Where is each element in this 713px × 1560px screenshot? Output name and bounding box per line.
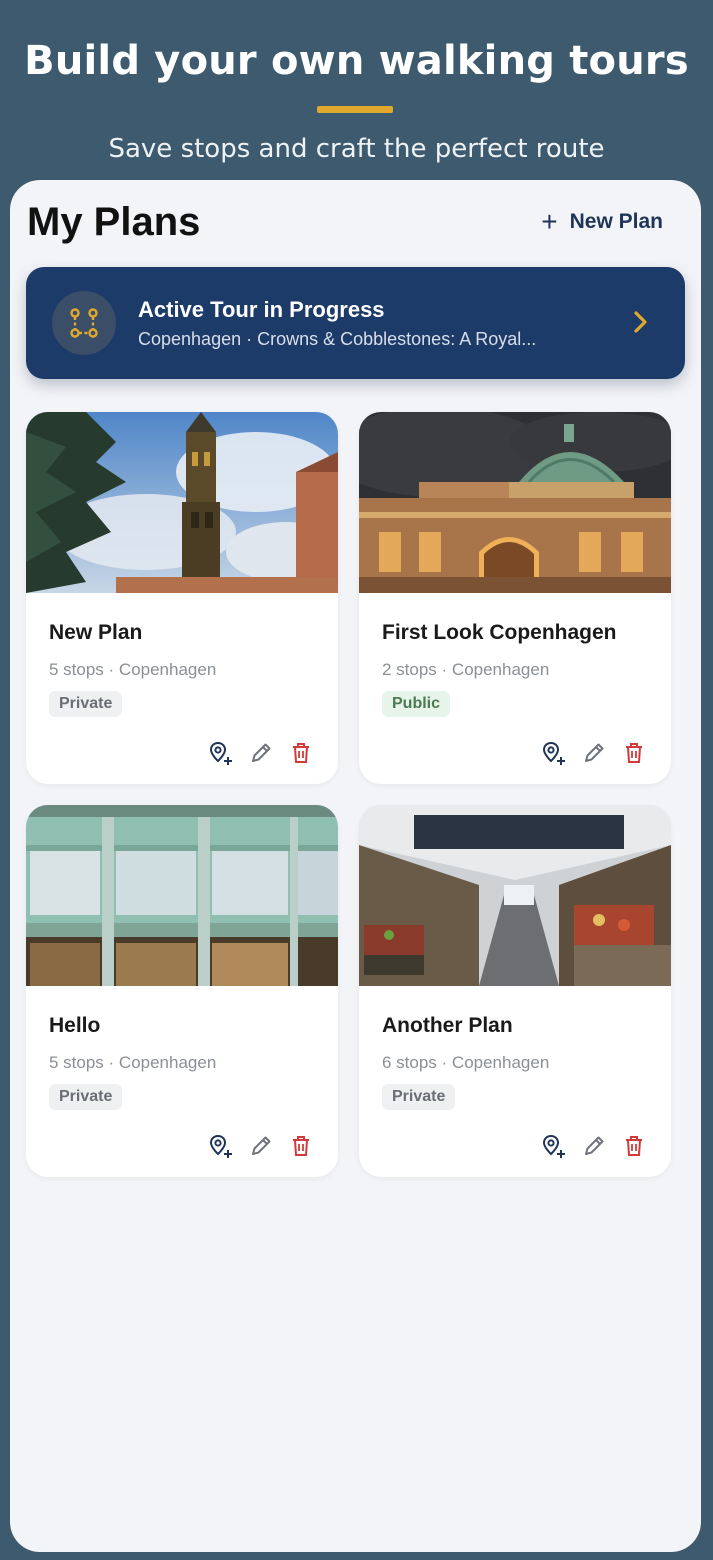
trash-icon[interactable] xyxy=(621,740,647,766)
plan-card[interactable]: Hello 5 stops · Copenhagen Private xyxy=(26,805,338,1177)
new-plan-button[interactable]: + New Plan xyxy=(541,206,663,238)
map-pin-plus-icon[interactable] xyxy=(208,1133,234,1159)
plan-card[interactable]: New Plan 5 stops · Copenhagen Private xyxy=(26,412,338,784)
active-tour-title: Active Tour in Progress xyxy=(138,297,385,322)
trash-icon[interactable] xyxy=(288,740,314,766)
page-title: My Plans xyxy=(27,200,201,244)
pencil-icon[interactable] xyxy=(581,740,607,766)
plan-meta: 6 stops · Copenhagen xyxy=(382,1053,550,1072)
map-pin-plus-icon[interactable] xyxy=(541,1133,567,1159)
visibility-badge: Private xyxy=(49,1084,123,1110)
plan-meta: 2 stops · Copenhagen xyxy=(382,660,550,679)
trash-icon[interactable] xyxy=(288,1133,314,1159)
plan-photo xyxy=(26,412,338,593)
plan-title: First Look Copenhagen xyxy=(382,621,617,644)
visibility-badge: Private xyxy=(49,691,123,717)
visibility-badge: Private xyxy=(382,1084,456,1110)
pencil-icon[interactable] xyxy=(248,740,274,766)
plan-card[interactable]: First Look Copenhagen 2 stops · Copenhag… xyxy=(359,412,671,784)
active-tour-subtitle: Copenhagen · Crowns & Cobblestones: A Ro… xyxy=(138,329,537,349)
plan-photo xyxy=(26,805,338,986)
plan-title: New Plan xyxy=(49,621,143,644)
route-icon xyxy=(52,291,116,355)
active-tour-banner[interactable]: Active Tour in Progress Copenhagen · Cro… xyxy=(26,267,685,379)
trash-icon[interactable] xyxy=(621,1133,647,1159)
visibility-badge: Public xyxy=(382,691,451,717)
plan-meta: 5 stops · Copenhagen xyxy=(49,1053,217,1072)
plan-photo xyxy=(359,805,671,986)
map-pin-plus-icon[interactable] xyxy=(541,740,567,766)
plans-panel: My Plans + New Plan Active Tour in Progr… xyxy=(10,180,701,1552)
hero-subtitle: Save stops and craft the perfect route xyxy=(108,134,605,164)
pencil-icon[interactable] xyxy=(581,1133,607,1159)
plan-photo xyxy=(359,412,671,593)
chevron-right-icon xyxy=(633,309,649,335)
plan-card[interactable]: Another Plan 6 stops · Copenhagen Privat… xyxy=(359,805,671,1177)
map-pin-plus-icon[interactable] xyxy=(208,740,234,766)
hero-title: Build your own walking tours xyxy=(24,38,689,84)
hero-underline xyxy=(317,106,393,113)
plan-meta: 5 stops · Copenhagen xyxy=(49,660,217,679)
plus-icon: + xyxy=(541,206,558,237)
new-plan-label: New Plan xyxy=(569,210,663,233)
pencil-icon[interactable] xyxy=(248,1133,274,1159)
plan-title: Another Plan xyxy=(382,1014,513,1037)
plan-title: Hello xyxy=(49,1014,101,1037)
